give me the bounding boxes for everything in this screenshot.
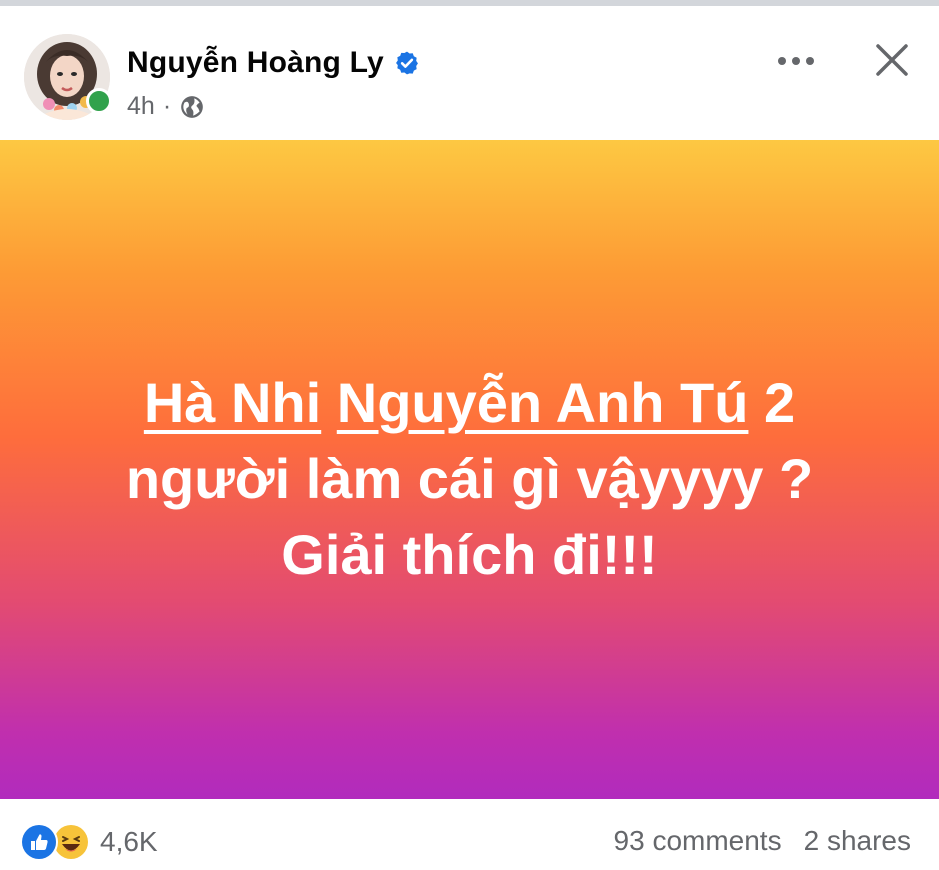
online-status-dot [86,88,112,114]
reactions-summary[interactable]: 4,6K [20,823,158,861]
reaction-count: 4,6K [100,826,158,857]
post-text-line-1: Hà Nhi Nguyễn Anh Tú 2 [40,365,900,441]
post-time[interactable]: 4h [127,92,155,121]
meta-separator: · [162,92,172,120]
comments-count[interactable]: 93 comments [614,825,782,857]
text-space [321,371,337,434]
verified-badge-icon [394,50,420,76]
author-name[interactable]: Nguyễn Hoàng Ly [127,46,384,80]
text-line-1-rest: 2 [748,370,796,434]
post-meta: 4h · [127,92,205,121]
post-text-line-3: Giải thích đi!!! [281,522,658,586]
author-avatar[interactable] [24,34,112,120]
mention-ha-nhi[interactable]: Hà Nhi [144,371,321,434]
author-name-row: Nguyễn Hoàng Ly [127,46,420,80]
like-icon [20,823,58,861]
close-icon [874,42,910,83]
engagement-stats: 93 comments 2 shares [614,825,911,857]
more-options-button[interactable] [770,40,822,86]
post-card: Nguyễn Hoàng Ly 4h · Hà Nhi Nguyễn Anh T… [0,0,939,870]
post-text: Hà Nhi Nguyễn Anh Tú 2 người làm cái gì … [40,365,900,593]
more-horizontal-icon [776,54,816,72]
globe-icon[interactable] [179,94,205,120]
close-button[interactable] [866,36,918,88]
post-text-line-2: người làm cái gì vậyyyy ? [125,446,814,510]
post-background: Hà Nhi Nguyễn Anh Tú 2 người làm cái gì … [0,140,939,799]
mention-nguyen-anh-tu[interactable]: Nguyễn Anh Tú [337,371,749,434]
post-header: Nguyễn Hoàng Ly 4h · [0,6,939,140]
post-footer: 4,6K 93 comments 2 shares [0,799,939,870]
shares-count[interactable]: 2 shares [804,825,911,857]
